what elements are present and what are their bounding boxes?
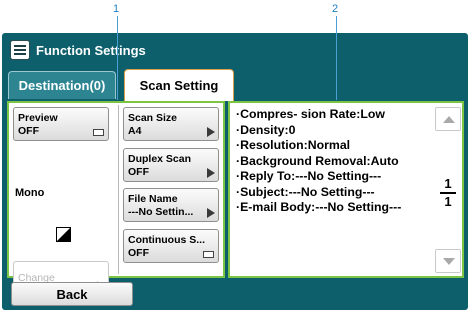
duplex-scan-label: Duplex Scan	[128, 153, 192, 165]
chevron-right-icon	[207, 127, 215, 137]
tab-scan-setting[interactable]: Scan Setting	[124, 69, 234, 101]
list-item: ·Background Removal:Auto	[236, 153, 399, 168]
mono-color-icon	[56, 227, 71, 242]
page-indicator: 1 1	[435, 177, 461, 209]
list-item: ·Density:0	[236, 122, 296, 137]
scroll-up-button[interactable]	[435, 107, 461, 131]
page-current: 1	[444, 176, 452, 191]
callout-row: 1 2	[0, 0, 472, 33]
file-name-button[interactable]: File Name ---No Settin...	[123, 188, 219, 222]
toggle-window-icon	[203, 251, 214, 258]
continuous-scan-button[interactable]: Continuous S... OFF	[123, 229, 219, 263]
list-item: ·Resolution:Normal	[236, 138, 351, 152]
callout-2: 2	[332, 3, 339, 15]
arrow-up-icon	[443, 116, 455, 123]
duplex-scan-value: OFF	[128, 166, 149, 178]
list-item: ·E-mail Body:---No Setting---	[236, 200, 402, 214]
callout-1: 1	[113, 3, 120, 15]
preview-window-icon	[93, 129, 104, 136]
callout-2-pointer	[336, 33, 337, 100]
chevron-right-icon	[207, 168, 215, 178]
scan-size-label: Scan Size	[128, 112, 178, 124]
file-name-value: ---No Settin...	[128, 206, 194, 218]
scan-size-button[interactable]: Scan Size A4	[123, 107, 219, 141]
pager-column: 1 1	[435, 105, 462, 275]
continuous-scan-value: OFF	[128, 247, 149, 259]
function-settings-screen: Function Settings Destination(0) Scan Se…	[2, 33, 468, 310]
duplex-scan-button[interactable]: Duplex Scan OFF	[123, 148, 219, 182]
settings-summary-list: ·Compres- sion Rate:Low ·Density:0 ·Reso…	[236, 107, 426, 216]
title-bar: Function Settings	[10, 37, 146, 63]
preview-value: OFF	[18, 125, 39, 137]
list-item: ·Reply To:---No Setting---	[236, 169, 382, 183]
scroll-down-button[interactable]	[435, 249, 461, 273]
callout-1-line	[117, 16, 118, 33]
page-title: Function Settings	[36, 42, 146, 58]
list-item: ·Compres- sion Rate:Low	[236, 107, 385, 121]
color-mode-label: Mono	[15, 187, 45, 199]
back-button[interactable]: Back	[11, 282, 133, 306]
continuous-scan-label: Continuous S...	[128, 234, 205, 246]
preview-label: Preview	[18, 112, 58, 124]
panel-divider	[118, 105, 119, 274]
file-name-label: File Name	[128, 193, 178, 205]
list-item: ·Subject:---No Setting---	[236, 184, 375, 199]
settings-summary-panel: ·Compres- sion Rate:Low ·Density:0 ·Reso…	[228, 101, 464, 278]
scan-settings-panel: Preview OFF Mono Change Scan Size A4 Dup…	[7, 101, 225, 295]
chevron-right-icon	[207, 208, 215, 218]
menu-list-icon	[10, 40, 30, 60]
page-total: 1	[444, 194, 452, 209]
callout-2-line	[336, 16, 337, 33]
preview-button[interactable]: Preview OFF	[13, 107, 109, 141]
callout-1-pointer	[117, 33, 118, 100]
arrow-down-icon	[443, 258, 455, 265]
tab-destination[interactable]: Destination(0)	[8, 71, 116, 99]
scan-size-value: A4	[128, 125, 142, 137]
